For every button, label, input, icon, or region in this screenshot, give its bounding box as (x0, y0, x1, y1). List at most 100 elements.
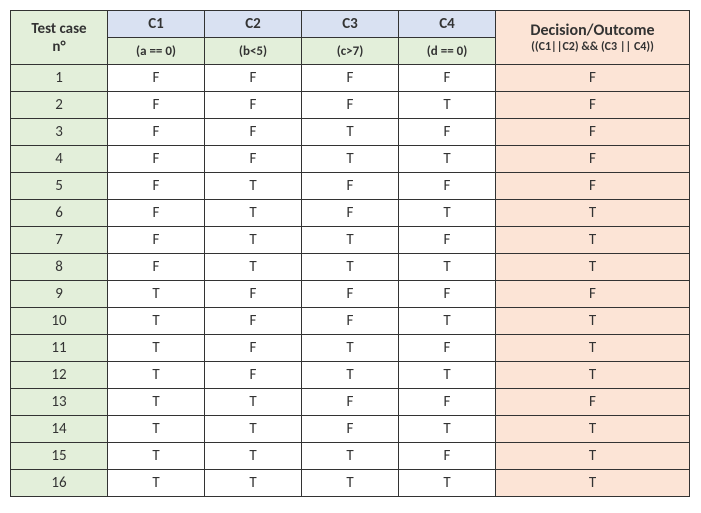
cell-c2: F (205, 335, 302, 362)
cell-outcome: T (496, 308, 690, 335)
cell-c2: F (205, 92, 302, 119)
cell-c4: T (399, 146, 496, 173)
cell-c1: T (108, 281, 205, 308)
table-header: Test case n° C1 C2 C3 C4 Decision/Outcom… (11, 11, 690, 65)
cell-c3: T (302, 146, 399, 173)
cell-c3: F (302, 200, 399, 227)
cell-outcome: T (496, 200, 690, 227)
table-row: 9TFFFF (11, 281, 690, 308)
hdr-c3-expr: (c>7) (302, 38, 399, 65)
cell-outcome: F (496, 65, 690, 92)
cell-test-case-no: 5 (11, 173, 108, 200)
cell-outcome: F (496, 389, 690, 416)
hdr-test-case-line1: Test case (15, 20, 103, 38)
cell-c3: T (302, 254, 399, 281)
cell-c4: F (399, 335, 496, 362)
cell-test-case-no: 12 (11, 362, 108, 389)
cell-c2: F (205, 308, 302, 335)
cell-c4: F (399, 227, 496, 254)
cell-c3: T (302, 470, 399, 497)
cell-outcome: F (496, 92, 690, 119)
cell-outcome: F (496, 119, 690, 146)
cell-c4: T (399, 92, 496, 119)
cell-c3: F (302, 308, 399, 335)
cell-c2: T (205, 470, 302, 497)
cell-c2: T (205, 254, 302, 281)
cell-test-case-no: 10 (11, 308, 108, 335)
table-row: 11TFTFT (11, 335, 690, 362)
cell-outcome: F (496, 173, 690, 200)
cell-c3: T (302, 335, 399, 362)
cell-outcome: T (496, 335, 690, 362)
table-row: 15TTTFT (11, 443, 690, 470)
cell-test-case-no: 11 (11, 335, 108, 362)
cell-c1: T (108, 416, 205, 443)
cell-c1: F (108, 200, 205, 227)
hdr-c1-expr: (a == 0) (108, 38, 205, 65)
cell-test-case-no: 8 (11, 254, 108, 281)
cell-outcome: F (496, 281, 690, 308)
cell-c4: F (399, 119, 496, 146)
cell-c4: F (399, 173, 496, 200)
table-row: 13TTFFF (11, 389, 690, 416)
cell-c3: T (302, 119, 399, 146)
hdr-c4: C4 (399, 11, 496, 38)
cell-test-case-no: 7 (11, 227, 108, 254)
cell-c4: F (399, 389, 496, 416)
cell-c1: T (108, 335, 205, 362)
table-row: 16TTTTT (11, 470, 690, 497)
cell-test-case-no: 9 (11, 281, 108, 308)
table-row: 6FTFTT (11, 200, 690, 227)
cell-c4: T (399, 308, 496, 335)
table-row: 7FTTFT (11, 227, 690, 254)
cell-c1: T (108, 470, 205, 497)
cell-test-case-no: 1 (11, 65, 108, 92)
cell-outcome: T (496, 416, 690, 443)
cell-c1: F (108, 227, 205, 254)
cell-c1: F (108, 173, 205, 200)
cell-test-case-no: 2 (11, 92, 108, 119)
cell-c2: T (205, 389, 302, 416)
cell-c2: F (205, 119, 302, 146)
cell-c3: F (302, 92, 399, 119)
cell-c3: F (302, 416, 399, 443)
cell-test-case-no: 6 (11, 200, 108, 227)
cell-c1: F (108, 92, 205, 119)
cell-outcome: T (496, 443, 690, 470)
cell-c4: F (399, 65, 496, 92)
table-body: 1FFFFF2FFFTF3FFTFF4FFTTF5FTFFF6FTFTT7FTT… (11, 65, 690, 497)
hdr-test-case-line2: n° (15, 38, 103, 56)
cell-c4: T (399, 416, 496, 443)
table-row: 1FFFFF (11, 65, 690, 92)
cell-c2: F (205, 281, 302, 308)
cell-c4: F (399, 281, 496, 308)
cell-c1: F (108, 65, 205, 92)
table-row: 2FFFTF (11, 92, 690, 119)
table-row: 14TTFTT (11, 416, 690, 443)
cell-outcome: T (496, 254, 690, 281)
cell-c1: T (108, 362, 205, 389)
cell-c3: T (302, 227, 399, 254)
cell-c3: F (302, 173, 399, 200)
cell-c1: T (108, 443, 205, 470)
table-row: 4FFTTF (11, 146, 690, 173)
table-row: 12TFTTT (11, 362, 690, 389)
cell-c3: T (302, 443, 399, 470)
hdr-outcome-title: Decision/Outcome (500, 21, 685, 40)
cell-c2: T (205, 200, 302, 227)
cell-c2: F (205, 65, 302, 92)
cell-outcome: T (496, 227, 690, 254)
cell-c2: F (205, 146, 302, 173)
cell-c1: T (108, 389, 205, 416)
cell-c1: F (108, 146, 205, 173)
cell-c2: T (205, 227, 302, 254)
cell-outcome: F (496, 146, 690, 173)
hdr-c2: C2 (205, 11, 302, 38)
cell-c2: F (205, 362, 302, 389)
cell-c4: T (399, 470, 496, 497)
hdr-outcome-expr: ((C1||C2) && (C3 || C4)) (500, 40, 685, 54)
hdr-c4-expr: (d == 0) (399, 38, 496, 65)
truth-table: Test case n° C1 C2 C3 C4 Decision/Outcom… (10, 10, 690, 497)
cell-c2: T (205, 443, 302, 470)
cell-c1: T (108, 308, 205, 335)
